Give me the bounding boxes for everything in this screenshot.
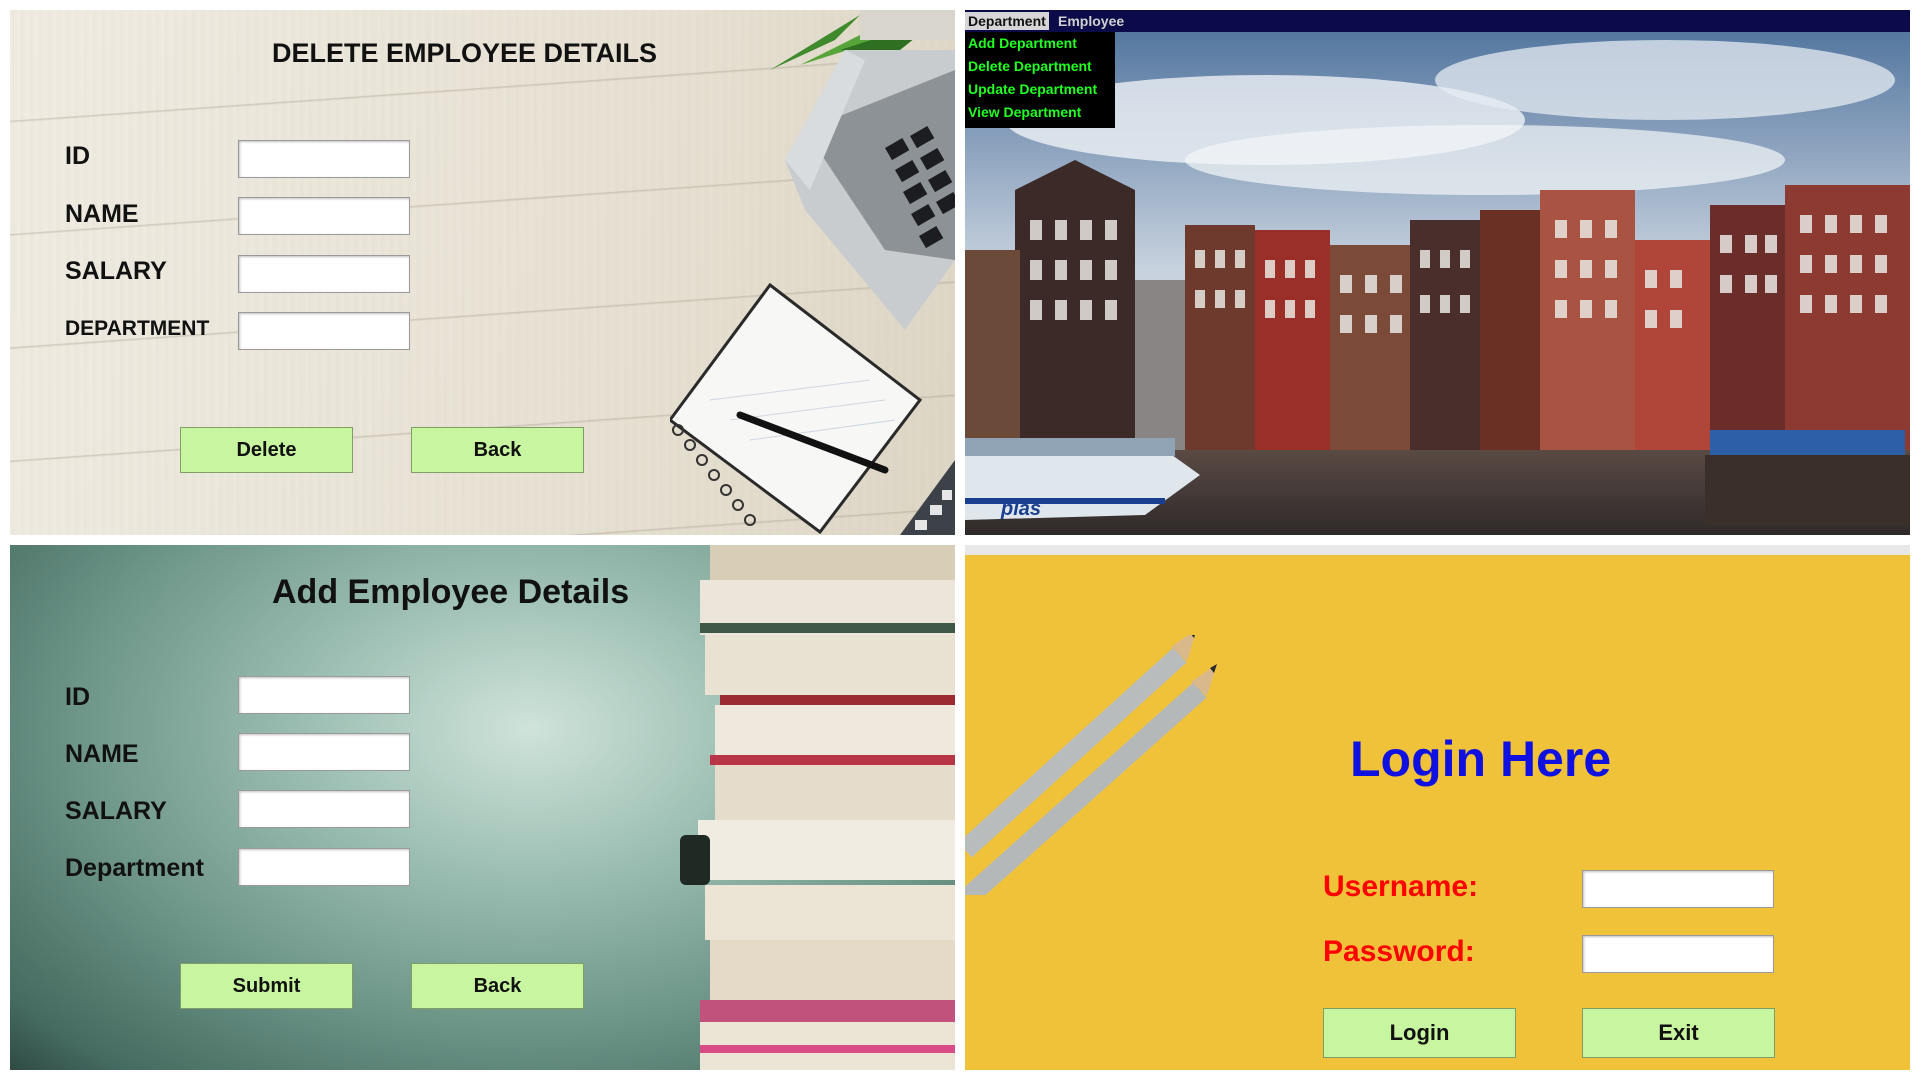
back-button[interactable]: Back <box>411 427 584 473</box>
id-field[interactable] <box>238 140 410 178</box>
name-field[interactable] <box>238 197 410 235</box>
salary-label: SALARY <box>65 797 167 825</box>
name-field[interactable] <box>238 733 410 771</box>
delete-employee-window: DELETE EMPLOYEE DETAILS ID NAME SALARY D… <box>10 10 955 535</box>
back-button[interactable]: Back <box>411 963 584 1009</box>
department-menu-window: plas Department Employee Add Department … <box>965 10 1910 535</box>
department-label: DEPARTMENT <box>65 317 210 340</box>
window-top-strip <box>965 545 1910 555</box>
department-field[interactable] <box>238 848 410 886</box>
id-label: ID <box>65 683 90 711</box>
id-field[interactable] <box>238 676 410 714</box>
username-label: Username: <box>1323 870 1479 903</box>
department-dropdown: Add Department Delete Department Update … <box>965 32 1115 128</box>
salary-label: SALARY <box>65 257 167 285</box>
menu-item-delete-department[interactable]: Delete Department <box>968 57 1092 75</box>
login-button[interactable]: Login <box>1323 1008 1516 1058</box>
calculator-image <box>900 460 955 535</box>
add-employee-window: Add Employee Details ID NAME SALARY Depa… <box>10 545 955 1070</box>
name-label: NAME <box>65 200 139 228</box>
exit-button[interactable]: Exit <box>1582 1008 1775 1058</box>
menu-employee[interactable]: Employee <box>1055 12 1127 30</box>
salary-field[interactable] <box>238 790 410 828</box>
boat-label: plas <box>1001 498 1042 520</box>
delete-button[interactable]: Delete <box>180 427 353 473</box>
salary-field[interactable] <box>238 255 410 293</box>
password-field[interactable] <box>1582 935 1774 973</box>
page-title: Add Employee Details <box>272 573 630 611</box>
id-label: ID <box>65 142 90 170</box>
login-title: Login Here <box>1350 731 1612 787</box>
menu-department[interactable]: Department <box>965 12 1049 30</box>
books-image <box>680 545 955 1070</box>
menu-item-update-department[interactable]: Update Department <box>968 80 1097 98</box>
username-field[interactable] <box>1582 870 1774 908</box>
pencils-image <box>965 635 1217 895</box>
login-window: Login Here Username: Password: Login Exi… <box>965 545 1910 1070</box>
menu-item-add-department[interactable]: Add Department <box>968 34 1077 52</box>
menu-item-view-department[interactable]: View Department <box>968 103 1081 121</box>
page-title: DELETE EMPLOYEE DETAILS <box>272 38 658 68</box>
department-label: Department <box>65 854 204 882</box>
password-label: Password: <box>1323 935 1475 968</box>
name-label: NAME <box>65 740 139 768</box>
department-field[interactable] <box>238 312 410 350</box>
submit-button[interactable]: Submit <box>180 963 353 1009</box>
